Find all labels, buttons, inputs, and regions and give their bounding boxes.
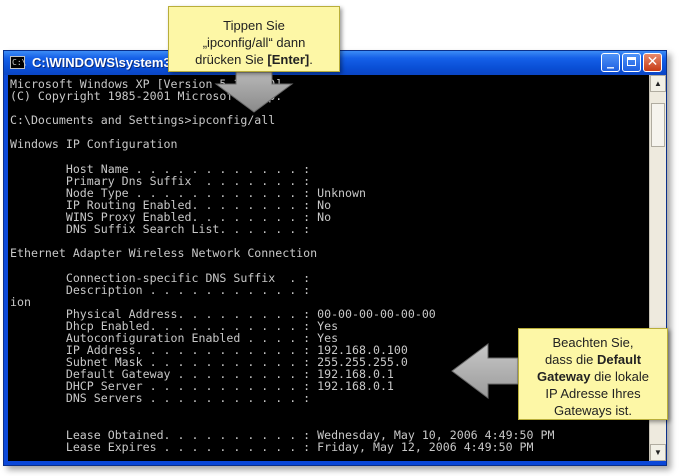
- scroll-thumb[interactable]: [651, 103, 665, 147]
- scroll-up-button[interactable]: ▲: [650, 75, 666, 92]
- window-title: C:\WINDOWS\system32: [32, 55, 178, 70]
- minimize-icon: _: [607, 53, 614, 69]
- maximize-button[interactable]: [622, 53, 641, 72]
- callout-line: dass die Default: [544, 352, 642, 367]
- close-icon: ✕: [646, 54, 659, 70]
- callout-line: Gateways ist.: [553, 403, 633, 418]
- callout-line: Gateway die lokale: [536, 369, 650, 384]
- instruction-callout: Tippen Sie „ipconfig/all“ dann drücken S…: [168, 6, 340, 72]
- scroll-down-button[interactable]: ▼: [650, 444, 666, 461]
- gateway-callout: Beachten Sie, dass die Default Gateway d…: [518, 328, 668, 420]
- arrow-up-icon: ▲: [654, 79, 662, 88]
- arrow-down-icon: ▼: [654, 448, 662, 457]
- callout-line: drücken Sie [Enter].: [195, 52, 313, 67]
- close-button[interactable]: ✕: [643, 53, 662, 72]
- callout-line: IP Adresse Ihres: [545, 386, 641, 401]
- cmd-icon[interactable]: C:\: [10, 56, 26, 69]
- maximize-icon: [627, 57, 636, 66]
- callout-line: Beachten Sie,: [552, 335, 634, 350]
- callout-line: „ipconfig/all“ dann: [202, 35, 306, 50]
- minimize-button[interactable]: _: [601, 53, 620, 72]
- callout-line: Tippen Sie: [223, 18, 285, 33]
